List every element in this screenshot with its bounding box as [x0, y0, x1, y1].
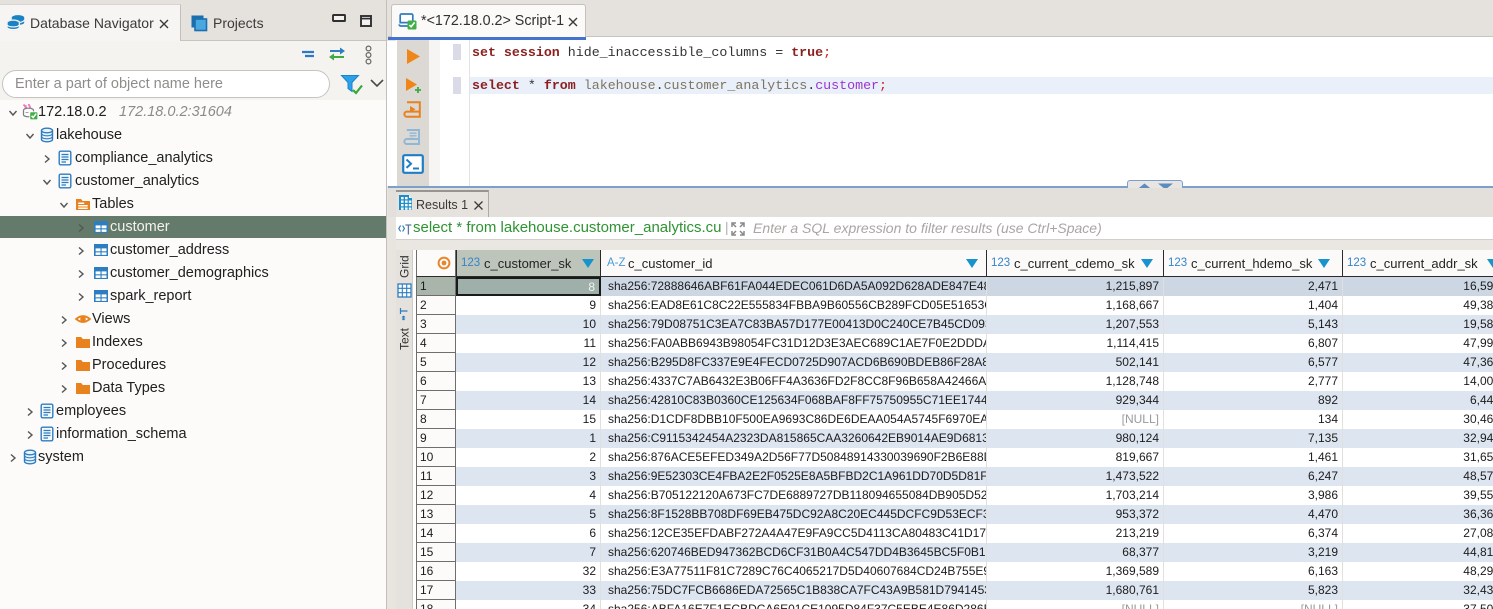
svg-text:Grid: Grid	[398, 255, 412, 278]
svg-text:Text: Text	[398, 327, 412, 350]
